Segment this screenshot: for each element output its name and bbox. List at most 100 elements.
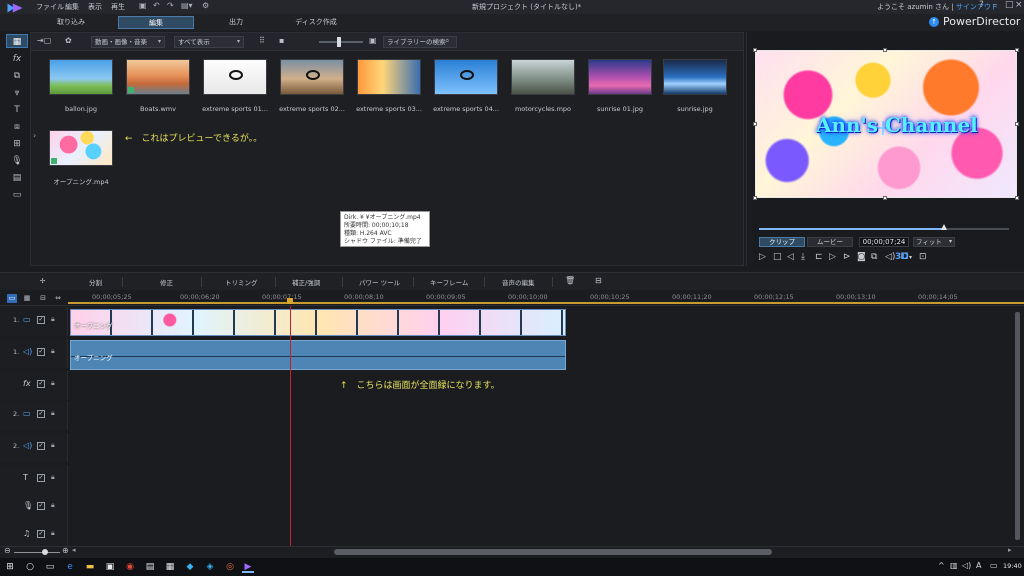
preview-video[interactable]: Ann's Channel (755, 50, 1017, 198)
library-scrollbar[interactable] (737, 53, 742, 263)
lock-icon[interactable]: 🔒︎ (51, 529, 55, 538)
audio-mix-icon[interactable]: ⊞ (6, 137, 28, 151)
media-item[interactable]: sunrise 01.jpg (588, 59, 654, 113)
track-enable-checkbox[interactable]: ✓ (37, 410, 45, 418)
timeline-zoom-knob[interactable] (42, 549, 48, 555)
track-enable-checkbox[interactable]: ✓ (37, 530, 45, 538)
tab-disc[interactable]: ディスク作成 (280, 16, 352, 29)
minimize-icon[interactable]: – (993, 0, 998, 10)
menu-edit[interactable]: 編集 (65, 2, 79, 12)
voice-over-icon[interactable]: 🎙 (6, 154, 28, 168)
audio-clip[interactable]: オープニング (70, 340, 566, 370)
resize-handle[interactable] (883, 48, 887, 52)
plugin-icon[interactable]: ✿ (65, 36, 72, 45)
tray-chevron-icon[interactable]: ^ (938, 561, 945, 570)
resize-handle[interactable] (1015, 48, 1019, 52)
redo-icon[interactable]: ↷ (167, 1, 174, 10)
track-lane[interactable] (68, 371, 1014, 400)
tab-clip-mode[interactable]: クリップ (759, 237, 805, 247)
media-item[interactable]: motorcycles.mpo (511, 59, 577, 113)
view-filter-select[interactable]: すべて表示 ▾ (174, 36, 244, 48)
title-room-icon[interactable]: T (6, 103, 28, 117)
fix-button[interactable]: 修正 (160, 277, 173, 287)
split-button[interactable]: 分割 (89, 277, 102, 287)
media-item[interactable]: sunrise.jpg (663, 59, 729, 113)
app-icon[interactable]: ▦ (164, 561, 176, 573)
stop-icon[interactable]: □ (773, 252, 782, 262)
trim-button[interactable]: トリミング (225, 277, 258, 287)
comment-icon[interactable]: ⊡ (919, 252, 927, 262)
lock-icon[interactable]: 🔒︎ (51, 409, 55, 418)
volume-icon[interactable]: ◁) (885, 252, 895, 262)
track-enable-checkbox[interactable]: ✓ (37, 348, 45, 356)
app-icon[interactable]: ◎ (224, 561, 236, 573)
import-media-icon[interactable]: ⇥▢ (37, 36, 51, 45)
chevron-down-icon[interactable]: ▾ (909, 254, 912, 261)
tools-icon[interactable]: ✢ (40, 277, 45, 285)
play-icon[interactable]: ▷ (759, 252, 766, 262)
audio-edit-button[interactable]: 音声の編集 (502, 277, 535, 287)
lock-icon[interactable]: 🔒︎ (51, 315, 55, 324)
media-item[interactable]: オープニング.mp4 (49, 130, 115, 186)
track-lane[interactable] (68, 493, 1014, 522)
power-tools-button[interactable]: パワー ツール (359, 277, 400, 287)
media-item[interactable]: Boats.wmv (126, 59, 192, 113)
media-item[interactable]: extreme sports 03... (356, 59, 423, 113)
timeline-hscroll-thumb[interactable] (334, 549, 772, 555)
stereo-3d-icon[interactable]: 3D (895, 252, 909, 262)
enhance-button[interactable]: 補正/強調 (292, 277, 320, 287)
fit-timeline-icon[interactable]: ⇔ (53, 294, 63, 303)
grid-view-icon[interactable]: ⠿ (259, 36, 265, 45)
scroll-right-icon[interactable]: ▸ (1008, 546, 1012, 554)
track-enable-checkbox[interactable]: ✓ (37, 442, 45, 450)
lock-icon[interactable]: 🔒︎ (51, 347, 55, 356)
lock-icon[interactable]: 🔒︎ (51, 473, 55, 482)
close-icon[interactable]: × (1015, 0, 1023, 10)
tab-edit[interactable]: 編集 (118, 16, 194, 29)
pip-room-icon[interactable]: ⧉ (6, 69, 28, 83)
media-room-icon[interactable]: ▦ (6, 34, 28, 48)
storyboard-mode-icon[interactable]: ▦ (22, 294, 32, 303)
track-enable-checkbox[interactable]: ✓ (37, 316, 45, 324)
media-item[interactable]: extreme sports 04... (433, 59, 500, 113)
search-icon[interactable]: ○ (24, 561, 36, 573)
next-frame-icon[interactable]: ▷ (829, 252, 836, 262)
thumb-large-icon[interactable]: ▣ (369, 36, 377, 45)
media-item[interactable]: ballon.jpg (49, 59, 115, 113)
app-icon[interactable]: ◈ (204, 561, 216, 573)
zoom-out-icon[interactable]: ⊖ (4, 546, 11, 555)
transition-room-icon[interactable]: ⧈ (6, 120, 28, 134)
resize-handle[interactable] (753, 196, 757, 200)
scroll-left-icon[interactable]: ◂ (72, 546, 76, 554)
search-icon[interactable]: ⌕ (445, 36, 449, 46)
tab-movie-mode[interactable]: ムービー (807, 237, 853, 247)
media-item[interactable]: extreme sports 02... (279, 59, 346, 113)
camera-snapshot-icon[interactable]: ◙ (857, 252, 866, 262)
powerdirector-taskbar-icon[interactable]: ▶ (242, 561, 254, 573)
menu-file[interactable]: ファイル (36, 2, 64, 12)
video-clip[interactable]: オープニング (70, 309, 566, 336)
subtitle-edit-icon[interactable]: ⊟ (595, 276, 602, 285)
menu-playback[interactable]: 再生 (111, 2, 125, 12)
edge-browser-icon[interactable]: e (64, 561, 76, 573)
keyframe-button[interactable]: キーフレーム (430, 277, 468, 287)
particle-room-icon[interactable]: ⩔ (6, 86, 28, 100)
chrome-icon[interactable]: ◉ (124, 561, 136, 573)
playhead-handle[interactable] (287, 298, 293, 304)
playhead-line[interactable] (290, 306, 291, 546)
lock-icon[interactable]: 🔒︎ (51, 501, 55, 510)
media-filter-select[interactable]: 動画・画像・音楽 ▾ (91, 36, 165, 48)
lock-icon[interactable]: 🔒︎ (51, 441, 55, 450)
network-icon[interactable]: ▥ (950, 561, 958, 570)
track-enable-checkbox[interactable]: ✓ (37, 502, 45, 510)
fast-forward-icon[interactable]: ⊳ (843, 252, 851, 262)
preview-scrub-knob[interactable] (941, 224, 947, 230)
prev-frame-icon[interactable]: ◁ (787, 252, 794, 262)
tab-import[interactable]: 取り込み (38, 16, 104, 29)
volume-icon[interactable]: ◁) (962, 561, 971, 570)
fx-room-icon[interactable]: fx (6, 52, 28, 66)
zoom-fit-select[interactable]: フィット ▾ (913, 237, 955, 247)
step-icon[interactable]: ⊏ (815, 252, 823, 262)
subtitle-room-icon[interactable]: ▭ (6, 188, 28, 202)
snapshot-export-icon[interactable]: ⤓ (801, 252, 805, 262)
